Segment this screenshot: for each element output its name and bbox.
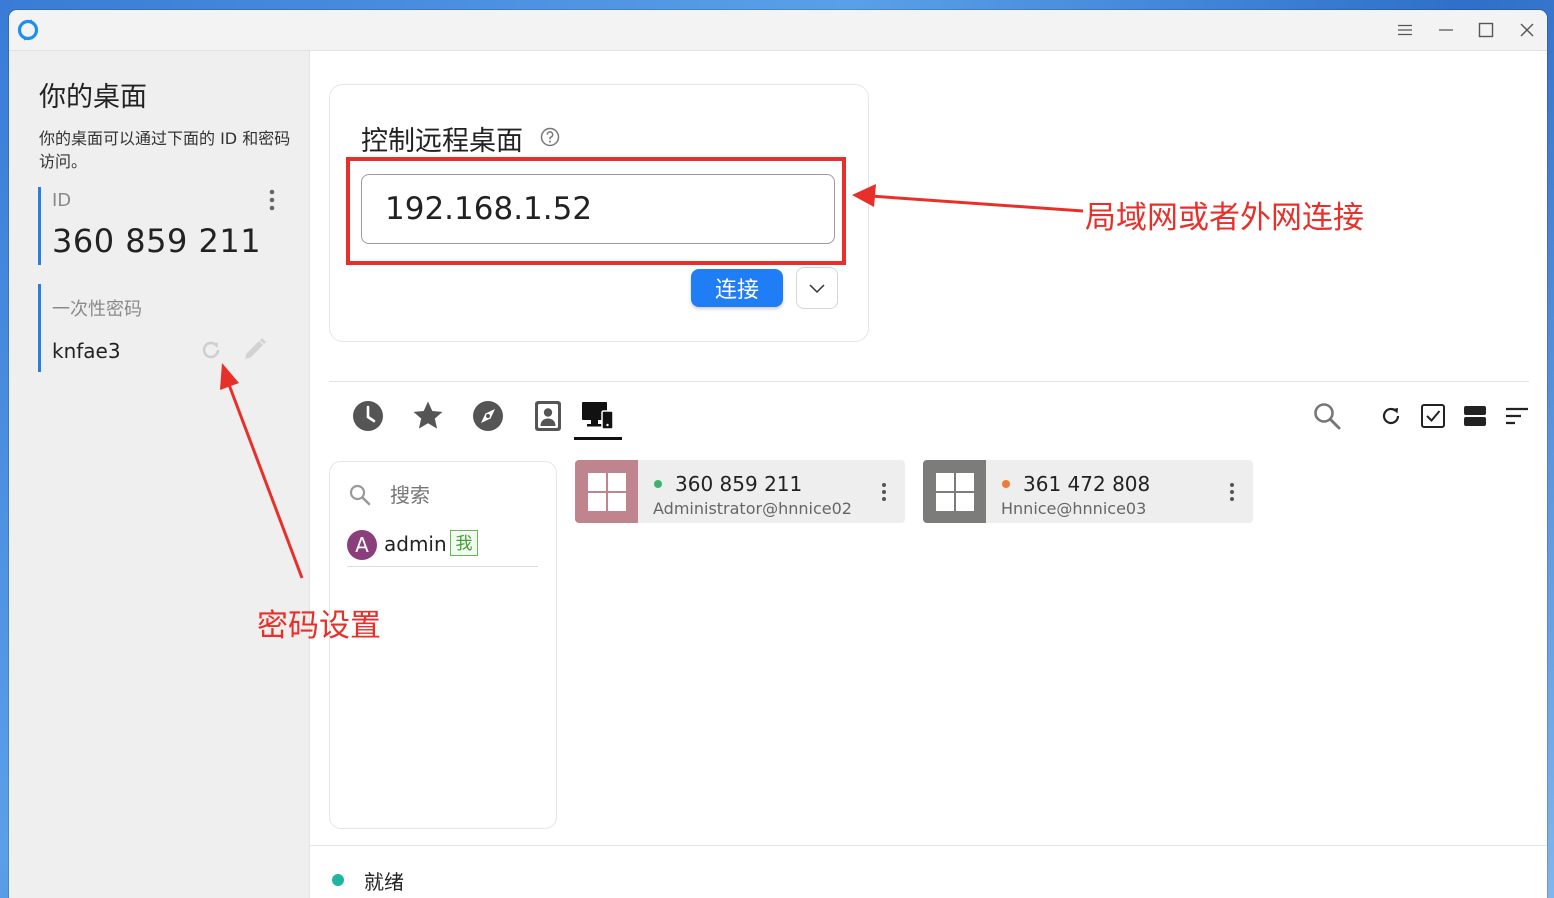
sidebar-description: 你的桌面可以通过下面的 ID 和密码访问。	[39, 129, 291, 171]
title-bar	[9, 10, 1547, 51]
remote-id-input[interactable]	[361, 174, 835, 244]
edit-password-icon[interactable]	[240, 336, 268, 364]
id-label: ID	[52, 190, 72, 211]
maximize-icon[interactable]	[1476, 20, 1496, 40]
close-icon[interactable]	[1517, 20, 1537, 40]
tab-accessible-devices-icon[interactable]	[581, 399, 615, 433]
search-icon[interactable]	[1312, 401, 1342, 431]
password-value: knfae3	[52, 339, 121, 363]
menu-icon[interactable]	[1395, 20, 1415, 40]
tab-discovered-icon[interactable]	[471, 399, 505, 433]
online-status-dot	[654, 480, 662, 488]
chevron-down-icon	[809, 284, 825, 294]
section-divider	[329, 381, 1529, 382]
windows-logo-icon	[588, 473, 626, 511]
peer-more-icon[interactable]	[1225, 482, 1239, 502]
peer-card[interactable]: 361 472 808 Hnnice@hnnice03	[923, 460, 1253, 523]
main-panel: 控制远程桌面 连接	[310, 51, 1547, 898]
status-bar: 就绪	[310, 845, 1547, 898]
peer-id: 361 472 808	[1023, 472, 1151, 496]
active-tab-indicator	[574, 437, 622, 440]
connect-options-button[interactable]	[796, 267, 838, 309]
peer-thumbnail	[923, 460, 986, 523]
app-logo-icon	[17, 19, 39, 41]
app-window: 你的桌面 你的桌面可以通过下面的 ID 和密码访问。 ID 360 859 21…	[9, 10, 1547, 898]
sort-icon[interactable]	[1502, 401, 1532, 431]
refresh-icon[interactable]	[1376, 401, 1406, 431]
select-checkbox-icon[interactable]	[1418, 401, 1448, 431]
view-mode-icon[interactable]	[1460, 401, 1490, 431]
minimize-icon[interactable]	[1436, 20, 1456, 40]
id-block: ID 360 859 211	[38, 187, 281, 265]
refresh-password-icon[interactable]	[198, 337, 224, 363]
status-text: 就绪	[364, 870, 404, 894]
help-icon[interactable]	[540, 127, 560, 147]
sidebar-title: 你的桌面	[39, 82, 147, 113]
tab-favorites-icon[interactable]	[411, 399, 445, 433]
group-panel: A admin 我	[329, 461, 557, 829]
id-value: 360 859 211	[52, 222, 262, 260]
status-indicator-dot	[332, 874, 344, 886]
password-annotation-label: 密码设置	[257, 608, 381, 644]
windows-logo-icon	[936, 473, 974, 511]
peer-more-icon[interactable]	[877, 482, 891, 502]
offline-status-dot	[1002, 480, 1010, 488]
password-block: 一次性密码 knfae3	[38, 284, 281, 372]
network-annotation-label: 局域网或者外网连接	[1085, 200, 1364, 236]
group-user-row[interactable]: A admin 我	[347, 528, 538, 567]
peer-user: Administrator@hnnice02	[653, 499, 852, 518]
peer-thumbnail	[575, 460, 638, 523]
peer-id: 360 859 211	[675, 472, 803, 496]
remote-control-title: 控制远程桌面	[361, 126, 523, 157]
group-search-icon	[349, 484, 371, 506]
connect-button[interactable]: 连接	[691, 269, 783, 307]
id-more-icon[interactable]	[265, 187, 279, 213]
user-avatar: A	[347, 530, 377, 560]
peer-user: Hnnice@hnnice03	[1001, 499, 1147, 518]
user-name: admin	[384, 532, 447, 556]
self-badge: 我	[450, 530, 478, 556]
password-label: 一次性密码	[52, 299, 142, 320]
peer-card[interactable]: 360 859 211 Administrator@hnnice02	[575, 460, 905, 523]
group-search-input[interactable]	[388, 478, 542, 512]
tab-address-book-icon[interactable]	[531, 399, 565, 433]
sidebar: 你的桌面 你的桌面可以通过下面的 ID 和密码访问。 ID 360 859 21…	[9, 51, 310, 898]
tab-recent-sessions-icon[interactable]	[351, 399, 385, 433]
remote-control-card: 控制远程桌面 连接	[329, 84, 869, 342]
